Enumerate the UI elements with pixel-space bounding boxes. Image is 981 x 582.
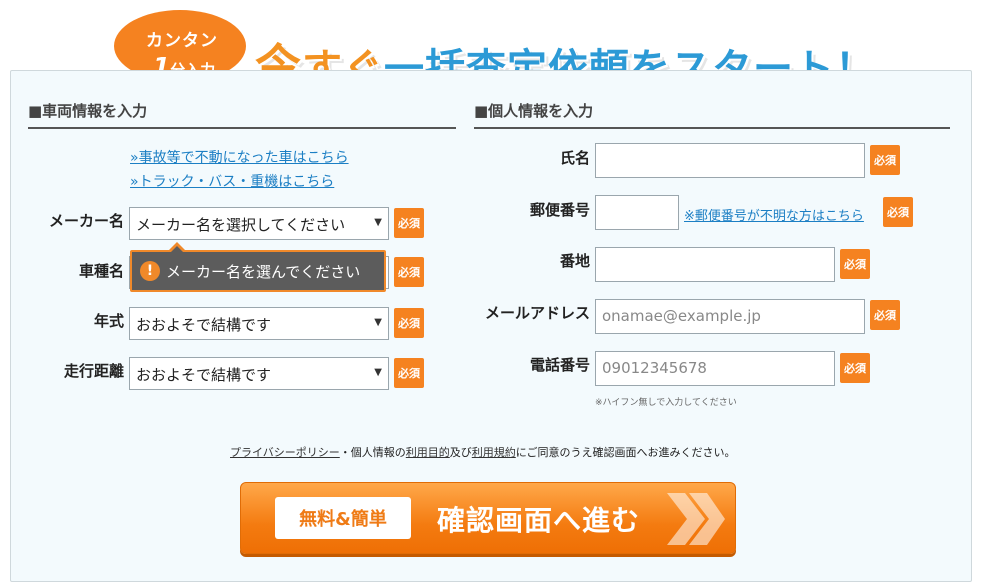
zip-unknown-link[interactable]: ※郵便番号が不明な方はこちら: [684, 205, 864, 224]
double-chevron-icon: [667, 493, 725, 545]
name-input[interactable]: [595, 143, 865, 178]
accident-car-link[interactable]: »事故等で不動になった車はこちら: [130, 147, 349, 167]
required-badge: 必須: [394, 257, 424, 287]
maker-label: メーカー名: [48, 212, 124, 230]
email-input[interactable]: onamae@example.jp: [595, 299, 865, 334]
privacy-policy-link[interactable]: プライバシーポリシー: [230, 446, 340, 459]
required-badge: 必須: [840, 353, 870, 383]
dropdown-arrow-icon: ▼: [374, 367, 382, 378]
personal-section-title: ■個人情報を入力: [474, 100, 950, 129]
required-badge: 必須: [870, 145, 900, 175]
badge-line1: カンタン: [146, 31, 218, 51]
email-placeholder: onamae@example.jp: [602, 307, 761, 325]
zip-input[interactable]: [595, 195, 679, 230]
required-badge: 必須: [883, 197, 913, 227]
warning-icon: !: [140, 261, 160, 281]
mileage-select[interactable]: おおよそで結構です ▼: [129, 357, 389, 390]
truck-bus-link[interactable]: »トラック・バス・重機はこちら: [130, 171, 334, 191]
phone-label: 電話番号: [529, 356, 590, 374]
privacy-sep: ・個人情報の: [339, 446, 406, 459]
name-label: 氏名: [559, 149, 590, 167]
address-label: 番地: [559, 252, 590, 270]
confirm-button[interactable]: 無料&簡単 確認画面へ進む: [240, 482, 736, 554]
privacy-tail: にご同意のうえ確認画面へお進みください。: [515, 446, 736, 459]
required-badge: 必須: [394, 208, 424, 238]
model-label: 車種名: [78, 262, 124, 280]
required-badge: 必須: [394, 358, 424, 388]
dropdown-arrow-icon: ▼: [374, 317, 382, 328]
maker-select-value: メーカー名を選択してください: [136, 216, 346, 234]
phone-input[interactable]: 09012345678: [595, 351, 835, 386]
dropdown-arrow-icon: ▼: [374, 217, 382, 228]
email-label: メールアドレス: [484, 304, 590, 322]
maker-select[interactable]: メーカー名を選択してください ▼: [129, 207, 389, 240]
privacy-and: 及び: [449, 446, 472, 459]
privacy-notice: プライバシーポリシー・個人情報の利用目的及び利用規約にご同意のうえ確認画面へお進…: [230, 444, 736, 460]
year-select-value: おおよそで結構です: [136, 316, 272, 334]
year-label: 年式: [93, 312, 124, 330]
vehicle-section-title: ■車両情報を入力: [28, 100, 456, 129]
tooltip-arrow-inner: [170, 246, 184, 253]
mileage-label: 走行距離: [63, 362, 124, 380]
tooltip-text: メーカー名を選んでください: [166, 262, 361, 281]
confirm-button-label: 確認画面へ進む: [437, 504, 641, 537]
required-badge: 必須: [394, 308, 424, 338]
required-badge: 必須: [840, 249, 870, 279]
zip-label: 郵便番号: [529, 201, 590, 219]
mileage-select-value: おおよそで結構です: [136, 366, 272, 384]
purpose-link[interactable]: 利用目的: [406, 446, 450, 459]
required-badge: 必須: [870, 300, 900, 330]
terms-link[interactable]: 利用規約: [472, 446, 516, 459]
year-select[interactable]: おおよそで結構です ▼: [129, 307, 389, 340]
phone-hint: ※ハイフン無しで入力してください: [595, 398, 737, 408]
phone-placeholder: 09012345678: [602, 359, 707, 377]
address-input[interactable]: [595, 247, 835, 282]
free-easy-tag: 無料&簡単: [275, 497, 411, 539]
validation-tooltip: ! メーカー名を選んでください: [130, 242, 386, 292]
